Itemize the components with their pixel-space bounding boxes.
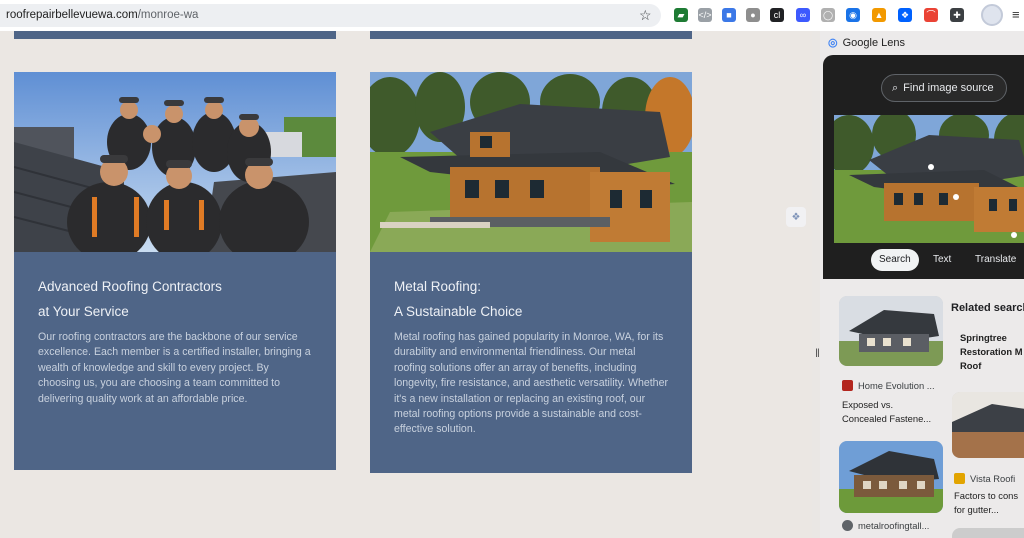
extension-1-icon[interactable]: ▰ — [674, 8, 688, 22]
extension-9-icon[interactable]: ▲ — [872, 8, 886, 22]
card-description: Our roofing contractors are the backbone… — [38, 331, 311, 405]
result-thumbnail[interactable] — [839, 441, 943, 513]
result-source[interactable]: metalroofingtall... — [842, 520, 929, 531]
result-source-label: Home Evolution ... — [858, 380, 935, 391]
result-title-line[interactable]: Factors to cons — [954, 489, 1018, 503]
result-thumbnail[interactable] — [952, 392, 1024, 458]
find-image-source-button[interactable]: ⌕ Find image source — [881, 74, 1007, 102]
result-source[interactable]: Home Evolution ... — [842, 380, 935, 391]
result-source-label: Vista Roofi — [970, 473, 1016, 484]
related-search-line[interactable]: Restoration M — [960, 345, 1023, 359]
card-title-line-2: at Your Service — [38, 304, 129, 319]
url-path: /monroe-wa — [137, 9, 199, 21]
service-card: Advanced Roofing Contractors at Your Ser… — [14, 72, 336, 470]
card-title-line-2: A Sustainable Choice — [394, 304, 523, 319]
address-bar[interactable]: roofrepairbellevuewa.com/monroe-wa ☆ — [0, 4, 661, 27]
lens-image-area: ⌕ Find image source Search Text Translate — [823, 55, 1024, 279]
result-title-line[interactable]: Concealed Fastene... — [842, 412, 931, 426]
roofing-team-photo — [14, 72, 336, 252]
lens-header: ◎ Google Lens — [828, 36, 905, 49]
dropbox-floating-icon[interactable]: ❖ — [786, 207, 806, 227]
extension-8-icon[interactable]: ◉ — [846, 8, 860, 22]
card-body: Metal Roofing: A Sustainable Choice Meta… — [370, 252, 692, 458]
tab-text[interactable]: Text — [933, 249, 951, 271]
card-title-line-1: Advanced Roofing Contractors — [38, 279, 222, 294]
result-thumbnail[interactable] — [839, 296, 943, 366]
result-title-line[interactable]: Exposed vs. — [842, 398, 893, 412]
url-text[interactable]: roofrepairbellevuewa.com/monroe-wa — [6, 9, 198, 21]
browser-window: roofrepairbellevuewa.com/monroe-wa ☆ ▰ </… — [0, 0, 1024, 538]
puzzle-icon[interactable]: ✚ — [950, 8, 964, 22]
google-lens-panel: ◎ Google Lens ⌕ Find image source Search T… — [820, 31, 1024, 538]
profile-avatar[interactable] — [981, 4, 1003, 26]
home-evolution-favicon-icon — [842, 380, 853, 391]
lens-header-title: Google Lens — [842, 37, 905, 49]
service-card: Metal Roofing: A Sustainable Choice Meta… — [370, 72, 692, 473]
card-top-strip — [370, 31, 692, 39]
extension-2-icon[interactable]: </> — [698, 8, 712, 22]
related-search-heading: Related search — [951, 302, 1024, 314]
tab-search[interactable]: Search — [871, 249, 919, 271]
card-description: Metal roofing has gained popularity in M… — [394, 331, 668, 436]
url-host: roofrepairbellevuewa.com — [6, 9, 138, 21]
vista-roofing-favicon-icon — [954, 473, 965, 484]
google-lens-icon: ◎ — [828, 37, 838, 49]
result-house-image — [952, 392, 1024, 458]
result-house-image — [839, 441, 943, 513]
metal-roof-house-photo — [370, 72, 692, 252]
bookmark-star-icon[interactable]: ☆ — [639, 7, 652, 23]
tab-translate[interactable]: Translate — [975, 249, 1016, 271]
card-top-strip — [14, 31, 336, 39]
related-search-line[interactable]: Springtree — [960, 331, 1007, 345]
reading-list-icon[interactable]: ≡ — [1012, 7, 1020, 22]
result-title-line[interactable]: for gutter... — [954, 503, 999, 517]
globe-icon — [842, 520, 853, 531]
result-source-label: metalroofingtall... — [858, 520, 930, 531]
card-body: Advanced Roofing Contractors at Your Ser… — [14, 252, 336, 427]
related-search-line[interactable]: Roof — [960, 359, 981, 373]
card-title-line-1: Metal Roofing: — [394, 279, 482, 294]
web-page: Advanced Roofing Contractors at Your Ser… — [0, 31, 812, 538]
metal-roof-house-illustration — [370, 72, 692, 252]
extension-6-icon[interactable]: ∞ — [796, 8, 810, 22]
roofing-team-illustration — [14, 72, 336, 252]
lens-house-thumbnail — [834, 115, 1024, 243]
extension-5-icon[interactable]: cl — [770, 8, 784, 22]
result-house-image — [839, 296, 943, 366]
dropbox-icon[interactable]: ❖ — [898, 8, 912, 22]
find-image-source-label: Find image source — [903, 82, 994, 94]
image-search-icon: ⌕ — [892, 82, 899, 94]
extension-4-icon[interactable]: ● — [746, 8, 760, 22]
extension-7-icon[interactable]: ◯ — [821, 8, 835, 22]
result-thumbnail[interactable] — [952, 528, 1024, 538]
browser-toolbar: roofrepairbellevuewa.com/monroe-wa ☆ ▰ </… — [0, 0, 1024, 31]
lens-selected-image[interactable] — [834, 115, 1024, 243]
result-source[interactable]: Vista Roofi — [954, 473, 1015, 484]
extension-3-icon[interactable]: ■ — [722, 8, 736, 22]
extension-11-icon[interactable]: ⌒ — [924, 8, 938, 22]
